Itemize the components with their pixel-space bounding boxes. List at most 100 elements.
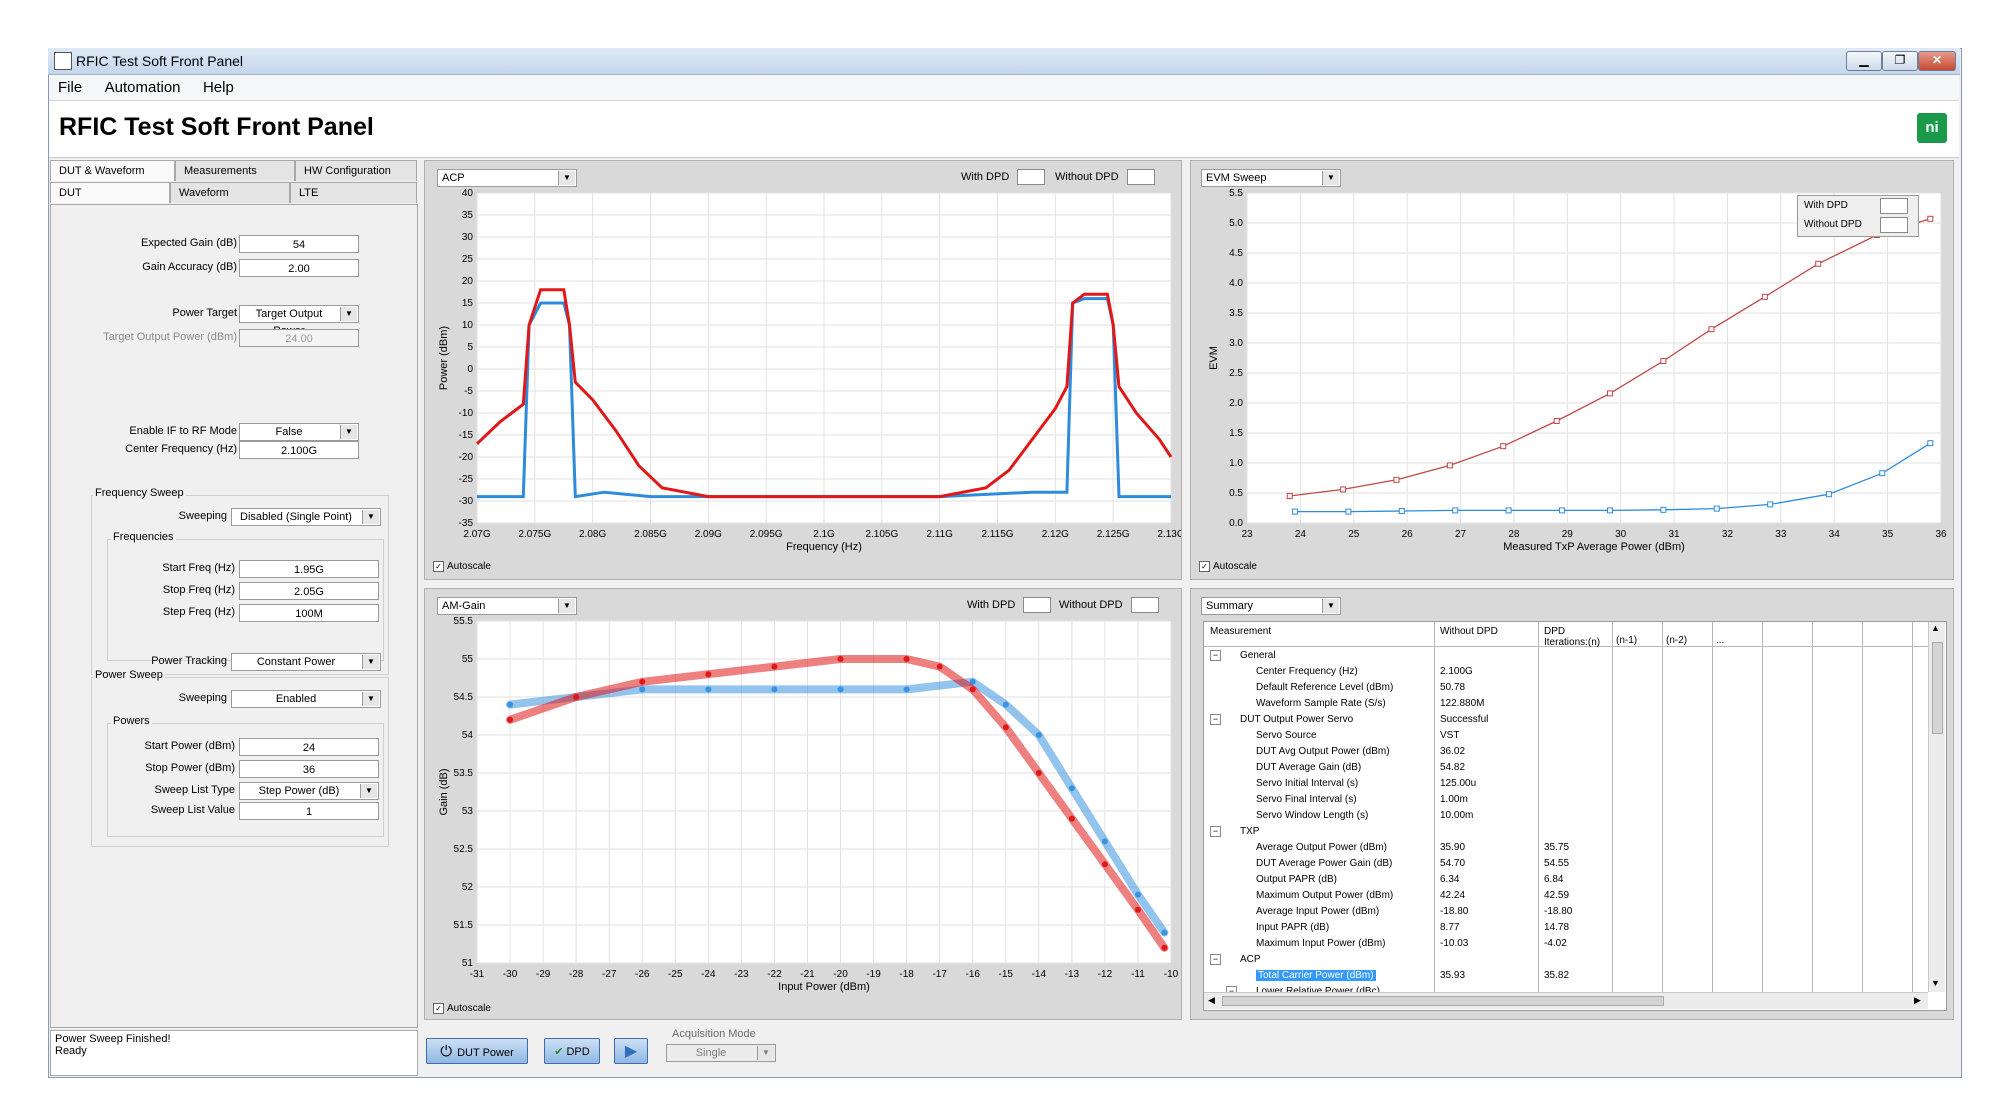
sweep-list-value-field[interactable]: 1 xyxy=(239,802,379,820)
summary-row-name[interactable]: Output PAPR (dB) xyxy=(1256,874,1337,885)
tree-toggle-icon[interactable]: − xyxy=(1210,826,1221,837)
am-selector[interactable]: AM-Gain ▼ xyxy=(437,597,577,615)
am-legend-swatch-without[interactable] xyxy=(1131,597,1159,613)
sweep-list-type-dropdown[interactable]: Step Power (dB) ▼ xyxy=(239,782,379,800)
acp-autoscale-checkbox[interactable]: ✓ Autoscale xyxy=(433,561,491,572)
scroll-up-icon[interactable]: ▲ xyxy=(1931,623,1940,633)
col-header-n-1[interactable]: (n-1) xyxy=(1616,635,1637,646)
scroll-down-icon[interactable]: ▼ xyxy=(1931,978,1940,988)
acquisition-mode-dropdown[interactable]: Single ▼ xyxy=(666,1044,776,1062)
menu-help[interactable]: Help xyxy=(194,75,243,100)
evm-autoscale-checkbox[interactable]: ✓ Autoscale xyxy=(1199,561,1257,572)
menu-automation[interactable]: Automation xyxy=(96,75,190,100)
dut-power-button[interactable]: ⏻ DUT Power xyxy=(426,1038,528,1064)
am-point xyxy=(639,678,646,685)
summary-row-name[interactable]: Average Input Power (dBm) xyxy=(1256,906,1379,917)
gain-accuracy-field[interactable]: 2.00 xyxy=(239,259,359,277)
stop-freq-field[interactable]: 2.05G xyxy=(239,582,379,600)
center-frequency-label: Center Frequency (Hz) xyxy=(125,443,237,455)
summary-row-name[interactable]: Average Output Power (dBm) xyxy=(1256,842,1387,853)
tab-dut-waveform[interactable]: DUT & Waveform xyxy=(50,160,175,181)
tree-toggle-icon[interactable]: − xyxy=(1210,714,1221,725)
menu-file[interactable]: File xyxy=(49,75,91,100)
scroll-thumb[interactable] xyxy=(1932,642,1943,734)
summary-row-name[interactable]: General xyxy=(1240,650,1276,661)
horizontal-scrollbar[interactable]: ◀ ▶ xyxy=(1204,992,1928,1009)
tab-hw-configuration[interactable]: HW Configuration xyxy=(295,160,417,181)
summary-row-name[interactable]: TXP xyxy=(1240,826,1259,837)
summary-row-name[interactable]: Servo Final Interval (s) xyxy=(1256,794,1357,805)
power-sweeping-dropdown[interactable]: Enabled ▼ xyxy=(231,690,381,708)
tab-measurements[interactable]: Measurements xyxy=(175,160,295,181)
dpd-button[interactable]: ✔ DPD xyxy=(544,1038,600,1064)
frequency-sweep-label: Frequency Sweep xyxy=(93,487,186,499)
summary-row-name[interactable]: Maximum Output Power (dBm) xyxy=(1256,890,1393,901)
tab-dut[interactable]: DUT xyxy=(50,182,170,203)
summary-row-name[interactable]: Default Reference Level (dBm) xyxy=(1256,682,1393,693)
run-button[interactable]: ▶ xyxy=(614,1038,648,1064)
enable-if-rf-dropdown[interactable]: False ▼ xyxy=(239,423,359,441)
power-tracking-dropdown[interactable]: Constant Power ▼ xyxy=(231,653,381,671)
chevron-down-icon: ▼ xyxy=(362,510,379,524)
target-output-power-field[interactable]: 24.00 xyxy=(239,329,359,347)
summary-selector[interactable]: Summary ▼ xyxy=(1201,597,1341,615)
power-target-dropdown[interactable]: Target Output Power▼ xyxy=(239,305,359,337)
summary-row-name[interactable]: DUT Avg Output Power (dBm) xyxy=(1256,746,1390,757)
summary-row-without-dpd: -10.03 xyxy=(1440,938,1469,949)
tab-waveform[interactable]: Waveform xyxy=(170,182,290,203)
vertical-scrollbar[interactable]: ▲ ▼ xyxy=(1928,622,1945,992)
col-header-more[interactable]: ... xyxy=(1716,635,1724,646)
minimize-button[interactable]: ▁ xyxy=(1846,51,1882,71)
step-freq-field[interactable]: 100M xyxy=(239,604,379,622)
evm-x-tick-label: 34 xyxy=(1829,529,1841,540)
acp-x-tick-label: 2.085G xyxy=(634,529,667,540)
status-box: Power Sweep Finished! Ready xyxy=(50,1030,418,1076)
scroll-left-icon[interactable]: ◀ xyxy=(1208,995,1215,1006)
acp-y-tick-label: -5 xyxy=(464,386,473,397)
summary-row-name[interactable]: DUT Average Power Gain (dB) xyxy=(1256,858,1392,869)
stop-power-field[interactable]: 36 xyxy=(239,760,379,778)
summary-row-name[interactable]: Servo Window Length (s) xyxy=(1256,810,1368,821)
summary-row-without-dpd: 6.34 xyxy=(1440,874,1460,885)
close-button[interactable]: ✕ xyxy=(1918,51,1956,71)
evm-marker xyxy=(1713,505,1720,512)
maximize-button[interactable]: ❐ xyxy=(1882,51,1918,71)
start-power-field[interactable]: 24 xyxy=(239,738,379,756)
acp-legend-swatch-with[interactable] xyxy=(1017,169,1045,185)
col-header-without-dpd[interactable]: Without DPD xyxy=(1440,626,1498,637)
am-point xyxy=(1134,891,1141,898)
evm-legend-swatch-without[interactable] xyxy=(1880,217,1908,233)
expected-gain-field[interactable]: 54 xyxy=(239,235,359,253)
summary-row-name[interactable]: ACP xyxy=(1240,954,1261,965)
tab-lte[interactable]: LTE xyxy=(290,182,417,203)
h-scroll-thumb[interactable] xyxy=(1222,996,1664,1006)
summary-tree[interactable]: Measurement Without DPD DPD Iterations:(… xyxy=(1203,621,1947,1011)
summary-row-name[interactable]: DUT Average Gain (dB) xyxy=(1256,762,1361,773)
col-header-measurement[interactable]: Measurement xyxy=(1210,626,1271,637)
am-legend-swatch-with[interactable] xyxy=(1023,597,1051,613)
evm-legend-swatch-with[interactable] xyxy=(1880,198,1908,214)
summary-row-name[interactable]: Servo Source xyxy=(1256,730,1317,741)
summary-row-name[interactable]: DUT Output Power Servo xyxy=(1240,714,1353,725)
scroll-right-icon[interactable]: ▶ xyxy=(1914,995,1921,1006)
acp-legend-swatch-without[interactable] xyxy=(1127,169,1155,185)
evm-marker xyxy=(1767,501,1774,508)
col-header-n-2[interactable]: (n-2) xyxy=(1666,635,1687,646)
tree-toggle-icon[interactable]: − xyxy=(1210,650,1221,661)
start-freq-field[interactable]: 1.95G xyxy=(239,560,379,578)
summary-row-name[interactable]: Center Frequency (Hz) xyxy=(1256,666,1358,677)
summary-row-name[interactable]: Waveform Sample Rate (S/s) xyxy=(1256,698,1386,709)
summary-row-name[interactable]: Total Carrier Power (dBm) xyxy=(1256,970,1376,981)
col-header-dpd-iterations[interactable]: DPD Iterations:(n) xyxy=(1544,626,1610,648)
am-autoscale-checkbox[interactable]: ✓ Autoscale xyxy=(433,1003,491,1014)
evm-selector[interactable]: EVM Sweep ▼ xyxy=(1201,169,1341,187)
summary-row-name[interactable]: Servo Initial Interval (s) xyxy=(1256,778,1358,789)
summary-row-name[interactable]: Maximum Input Power (dBm) xyxy=(1256,938,1385,949)
acp-selector[interactable]: ACP ▼ xyxy=(437,169,577,187)
center-frequency-field[interactable]: 2.100G xyxy=(239,441,359,459)
summary-row-name[interactable]: Input PAPR (dB) xyxy=(1256,922,1329,933)
summary-row-dpd: 35.82 xyxy=(1544,970,1570,981)
am-x-tick-label: -18 xyxy=(899,969,914,980)
freq-sweeping-dropdown[interactable]: Disabled (Single Point) ▼ xyxy=(231,508,381,526)
tree-toggle-icon[interactable]: − xyxy=(1210,954,1221,965)
